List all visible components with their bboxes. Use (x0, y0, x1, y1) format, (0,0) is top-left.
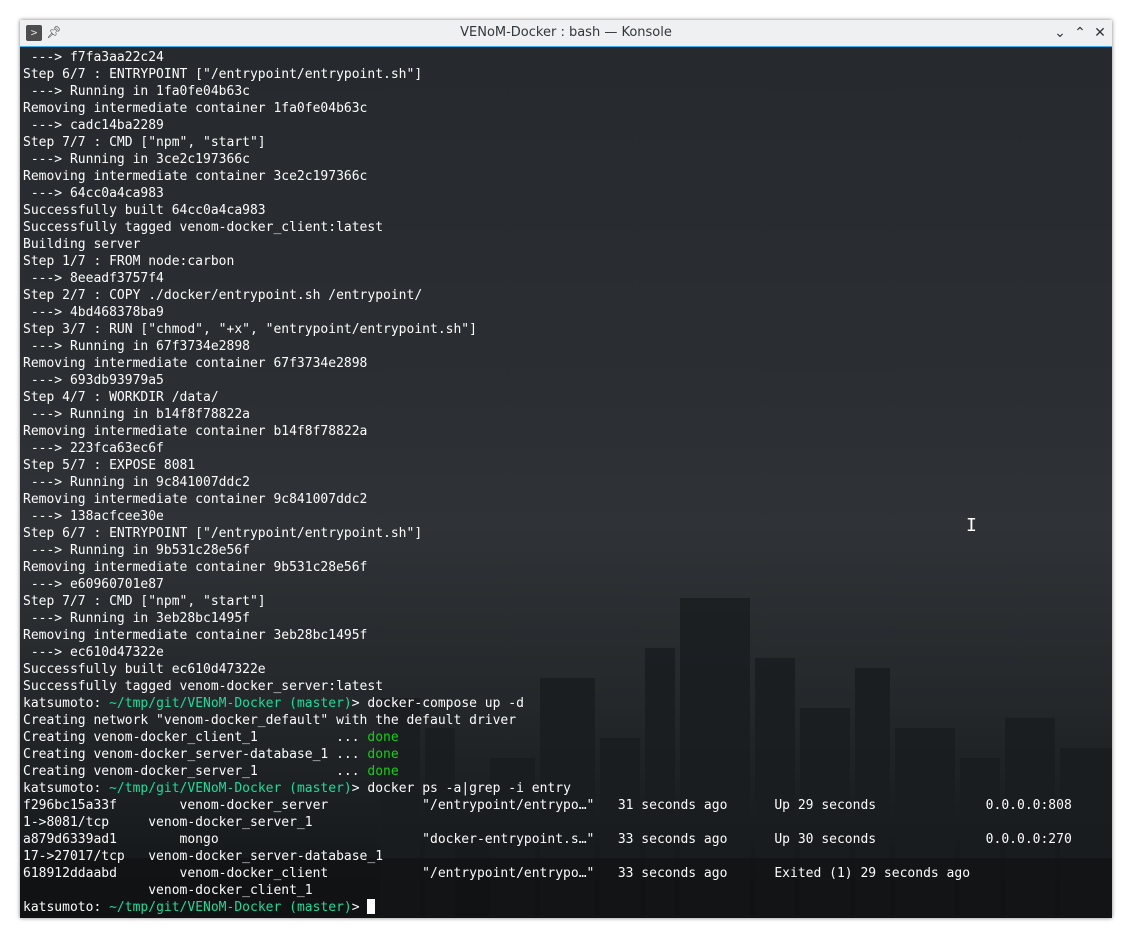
ps-output-line: venom-docker_client_1 (23, 883, 313, 898)
compose-output-text: Creating venom-docker_server-database_1 … (23, 747, 368, 762)
terminal-line: ---> Running in 3eb28bc1495f (23, 611, 250, 626)
terminal-line: ---> 8eeadf3757f4 (23, 271, 164, 286)
prompt-branch: (master) (289, 696, 352, 711)
terminal-line: Step 7/7 : CMD ["npm", "start"] (23, 594, 266, 609)
status-done: done (367, 764, 399, 779)
terminal-line: Step 4/7 : WORKDIR /data/ (23, 390, 219, 405)
prompt-symbol: > (351, 781, 360, 796)
chevron-down-icon[interactable]: ⌄ (1051, 24, 1069, 42)
terminal-line: Successfully built 64cc0a4ca983 (23, 203, 266, 218)
compose-output-line: Creating venom-docker_client_1 ... done (23, 729, 1109, 746)
compose-output-text: Creating network "venom-docker_default" … (23, 713, 517, 728)
prompt-user: katsumoto: (23, 781, 102, 796)
text-cursor (367, 899, 376, 914)
compose-output-line: Creating network "venom-docker_default" … (23, 712, 1109, 729)
prompt-symbol: > (351, 900, 360, 915)
command-2: docker ps -a|grep -i entry (367, 781, 571, 796)
terminal-line: Removing intermediate container 1fa0fe04… (23, 101, 368, 116)
terminal-line: ---> 138acfcee30e (23, 509, 164, 524)
prompt-symbol: > (351, 696, 360, 711)
compose-output-text: Creating venom-docker_server_1 ... (23, 764, 368, 779)
ps-output-line: f296bc15a33f venom-docker_server "/entry… (23, 798, 1072, 813)
terminal-line: Removing intermediate container 9c841007… (23, 492, 368, 507)
terminal-line: Building server (23, 237, 141, 252)
terminal-line: Removing intermediate container 9b531c28… (23, 560, 368, 575)
terminal-line: ---> ec610d47322e (23, 645, 164, 660)
terminal-line: Step 6/7 : ENTRYPOINT ["/entrypoint/entr… (23, 67, 423, 82)
prompt-path: ~/tmp/git/VENoM-Docker (109, 696, 282, 711)
terminal-line: Successfully tagged venom-docker_client:… (23, 220, 384, 235)
terminal-line: Removing intermediate container 67f3734e… (23, 356, 368, 371)
terminal-line: Step 3/7 : RUN ["chmod", "+x", "entrypoi… (23, 322, 477, 337)
terminal-line: ---> Running in 1fa0fe04b63c (23, 84, 250, 99)
prompt-user: katsumoto: (23, 696, 102, 711)
terminal-line: Removing intermediate container 3eb28bc1… (23, 628, 368, 643)
terminal-line: ---> Running in 9b531c28e56f (23, 543, 250, 558)
terminal-line: ---> 4bd468378ba9 (23, 305, 164, 320)
terminal-area[interactable]: ---> f7fa3aa22c24 Step 6/7 : ENTRYPOINT [… (20, 47, 1112, 918)
compose-output-line: Creating venom-docker_server_1 ... done (23, 763, 1109, 780)
terminal-line: ---> e60960701e87 (23, 577, 164, 592)
terminal-line: ---> Running in 67f3734e2898 (23, 339, 250, 354)
ps-output-line: 618912ddaabd venom-docker_client "/entry… (23, 866, 971, 881)
terminal-line: ---> Running in 3ce2c197366c (23, 152, 250, 167)
ibeam-cursor-icon: I (966, 515, 977, 536)
status-done: done (367, 747, 399, 762)
terminal-line: Removing intermediate container 3ce2c197… (23, 169, 368, 184)
terminal-line: Successfully built ec610d47322e (23, 662, 266, 677)
terminal-line: ---> cadc14ba2289 (23, 118, 164, 133)
ps-output-line: 1->8081/tcp venom-docker_server_1 (23, 815, 313, 830)
terminal-line: Step 6/7 : ENTRYPOINT ["/entrypoint/entr… (23, 526, 423, 541)
terminal-line: ---> Running in b14f8f78822a (23, 407, 250, 422)
terminal-line: Step 7/7 : CMD ["npm", "start"] (23, 135, 266, 150)
terminal-line: ---> f7fa3aa22c24 (23, 50, 164, 65)
prompt-line-2: katsumoto: ~/tmp/git/VENoM-Docker (maste… (23, 780, 1109, 797)
terminal-line: Step 1/7 : FROM node:carbon (23, 254, 235, 269)
prompt-line-3[interactable]: katsumoto: ~/tmp/git/VENoM-Docker (maste… (23, 899, 1109, 916)
terminal-line: Step 2/7 : COPY ./docker/entrypoint.sh /… (23, 288, 423, 303)
chevron-up-icon[interactable]: ⌃ (1071, 24, 1089, 42)
compose-output-line: Creating venom-docker_server-database_1 … (23, 746, 1109, 763)
ps-output-line: a879d6339ad1 mongo "docker-entrypoint.s…… (23, 832, 1072, 847)
status-done: done (367, 730, 399, 745)
terminal-line: ---> 223fca63ec6f (23, 441, 164, 456)
terminal-output: ---> f7fa3aa22c24 Step 6/7 : ENTRYPOINT [… (23, 49, 1109, 916)
prompt-user: katsumoto: (23, 900, 102, 915)
compose-output-text: Creating venom-docker_client_1 ... (23, 730, 368, 745)
prompt-branch: (master) (289, 781, 352, 796)
terminal-line: Step 5/7 : EXPOSE 8081 (23, 458, 196, 473)
terminal-line: ---> 64cc0a4ca983 (23, 186, 164, 201)
window-title: VENoM-Docker : bash — Konsole (460, 25, 672, 40)
prompt-path: ~/tmp/git/VENoM-Docker (109, 781, 282, 796)
prompt-path: ~/tmp/git/VENoM-Docker (109, 900, 282, 915)
terminal-line: ---> Running in 9c841007ddc2 (23, 475, 250, 490)
terminal-line: Removing intermediate container b14f8f78… (23, 424, 368, 439)
konsole-window: > 📌︎ VENoM-Docker : bash — Konsole ⌄ ⌃ ✕ (20, 20, 1112, 918)
command-1: docker-compose up -d (367, 696, 524, 711)
close-icon[interactable]: ✕ (1091, 24, 1109, 42)
prompt-line-1: katsumoto: ~/tmp/git/VENoM-Docker (maste… (23, 695, 1109, 712)
terminal-line: Successfully tagged venom-docker_server:… (23, 679, 384, 694)
prompt-branch: (master) (289, 900, 352, 915)
title-bar[interactable]: > 📌︎ VENoM-Docker : bash — Konsole ⌄ ⌃ ✕ (20, 20, 1112, 47)
ps-output-line: 17->27017/tcp venom-docker_server-databa… (23, 849, 384, 864)
terminal-line: ---> 693db93979a5 (23, 373, 164, 388)
